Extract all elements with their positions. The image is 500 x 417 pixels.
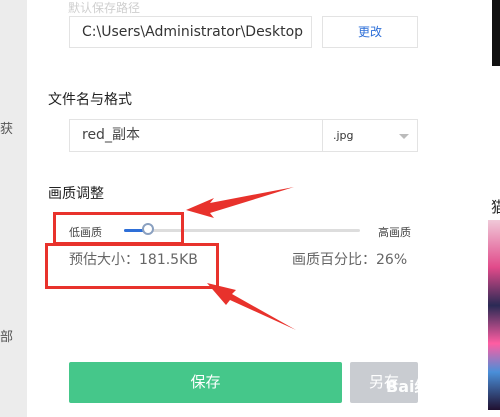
watermark: Bai经验 [386, 377, 447, 396]
annotation-arrow-top [186, 187, 294, 218]
annotation-arrows [186, 187, 296, 330]
annotation-arrow-bottom [207, 283, 296, 330]
